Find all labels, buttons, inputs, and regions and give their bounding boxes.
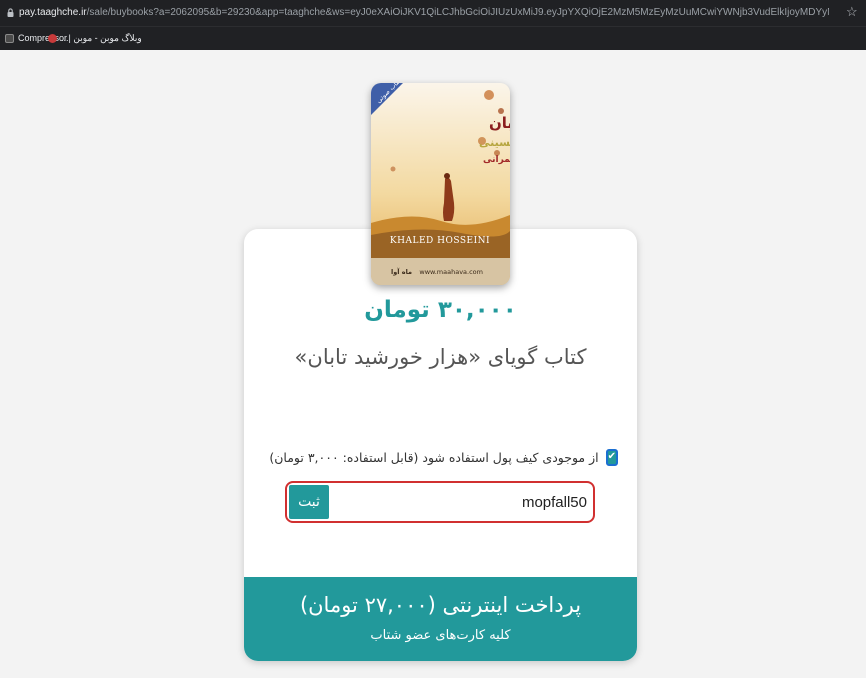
cover-narrator: با صدای رضا عمرانی: [483, 155, 510, 165]
book-title: کتاب گویای «هزار خورشید تابان»: [294, 345, 587, 369]
checkmark-icon: ✔: [607, 451, 616, 462]
discount-code-input[interactable]: [333, 485, 587, 519]
wallet-label: از موجودی کیف پول استفاده شود (قابل استف…: [269, 449, 599, 465]
bookmark-blog[interactable]: وبلاگ موبن - موبن |...: [48, 27, 142, 49]
lock-icon: [7, 8, 14, 17]
cover-title: هزار خورشید تابان: [489, 114, 510, 132]
address-bar[interactable]: pay.taaghche.ir/sale/buybooks?a=2062095&…: [0, 0, 866, 26]
url-text[interactable]: pay.taaghche.ir/sale/buybooks?a=2062095&…: [19, 7, 829, 18]
book-cover: کتاب صوتی هزار خورشید تابان خالد حسینی ب…: [371, 83, 510, 285]
bookmark-star-icon[interactable]: ☆: [846, 5, 860, 19]
url-host: pay.taaghche.ir: [19, 7, 87, 18]
bookmark-label: وبلاگ موبن - موبن |...: [61, 32, 142, 43]
page-background: کتاب صوتی هزار خورشید تابان خالد حسینی ب…: [0, 50, 866, 678]
wallet-option[interactable]: ✔ از موجودی کیف پول استفاده شود (قابل اس…: [269, 446, 618, 468]
discount-code-box: ثبت: [285, 481, 595, 523]
url-path: /sale/buybooks?a=2062095&b=29230&app=taa…: [86, 7, 829, 18]
payment-sub-label: کلیه کارت‌های عضو شتاب: [370, 628, 511, 643]
cover-website: www.maahava.com: [419, 268, 483, 276]
price-label: ۳۰,۰۰۰ تومان: [364, 297, 517, 323]
bookmarks-bar: Compressor وبلاگ موبن - موبن |...: [0, 26, 866, 51]
payment-main-label: پرداخت اینترنتی (۲۷,۰۰۰ تومان): [299, 593, 582, 617]
cover-logo: ماه آوا: [391, 267, 412, 276]
submit-code-button[interactable]: ثبت: [289, 485, 329, 519]
cover-author-en: KHALED HOSSEINI: [390, 236, 490, 246]
bookmark-favicon-icon: [5, 33, 14, 43]
bookmark-favicon-icon: [48, 33, 57, 43]
cover-author: خالد حسینی: [479, 136, 510, 149]
online-payment-button[interactable]: پرداخت اینترنتی (۲۷,۰۰۰ تومان) کلیه کارت…: [244, 577, 637, 661]
wallet-checkbox[interactable]: ✔: [605, 448, 618, 466]
